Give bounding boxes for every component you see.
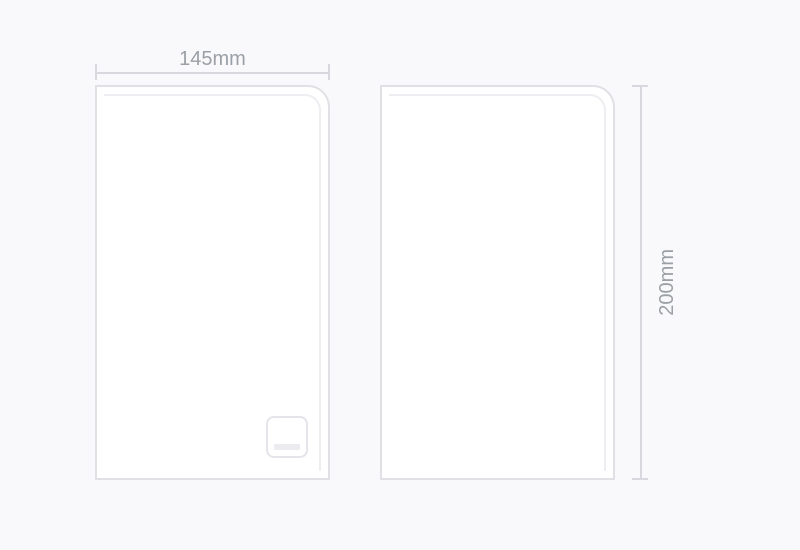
width-dimension-tick-right: [328, 64, 330, 80]
height-dimension-label: 200mm: [656, 249, 679, 316]
notebook-front: [95, 85, 330, 480]
notebook-front-stitch: [104, 94, 321, 471]
notebook-back: [380, 85, 615, 480]
width-dimension-label: 145mm: [95, 48, 330, 71]
diagram-stage: 145mm 200mm: [0, 0, 800, 550]
height-dimension-line: [640, 85, 642, 480]
notebook-back-stitch: [389, 94, 606, 471]
brand-logo-icon: [266, 416, 308, 458]
height-dimension-tick-bottom: [632, 478, 648, 480]
height-dimension-label-wrap: 200mm: [655, 85, 679, 480]
width-dimension-line: [95, 72, 330, 74]
height-dimension-tick-top: [632, 85, 648, 87]
width-dimension-tick-left: [95, 64, 97, 80]
